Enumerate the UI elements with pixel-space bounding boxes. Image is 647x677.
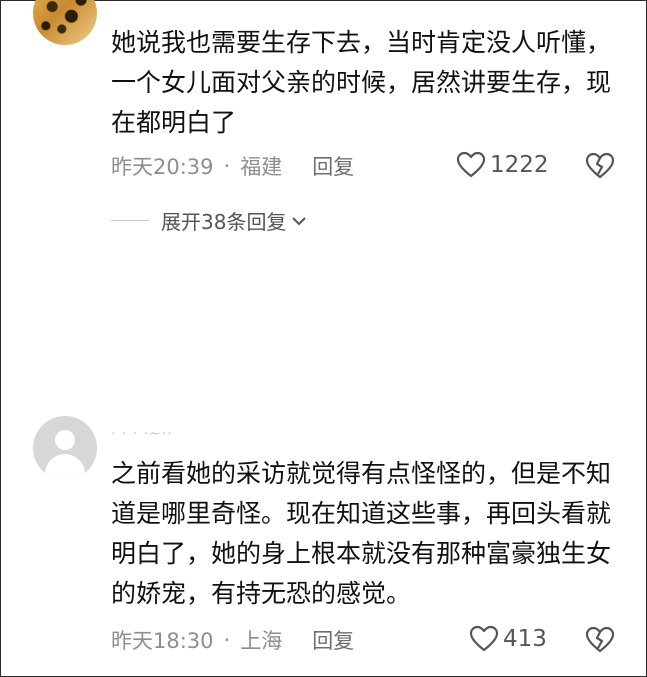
username[interactable]: · · · ·~·· bbox=[111, 426, 173, 442]
comment-text: 她说我也需要生存下去，当时肯定没人听懂，一个女儿面对父亲的时候，居然讲要生存，现… bbox=[111, 28, 612, 137]
comment-item: 她说我也需要生存下去，当时肯定没人听懂，一个女儿面对父亲的时候，居然讲要生存，现… bbox=[1, 0, 646, 251]
expand-divider bbox=[111, 220, 149, 221]
heart-outline-icon bbox=[469, 625, 499, 652]
broken-heart-icon bbox=[585, 152, 615, 179]
chevron-down-icon bbox=[292, 216, 307, 225]
expand-replies-label: 展开38条回复 bbox=[161, 210, 287, 234]
comment-time: 昨天20:39 bbox=[111, 155, 214, 179]
like-button[interactable]: 413 bbox=[469, 625, 547, 653]
reply-button[interactable]: 回复 bbox=[312, 625, 354, 655]
comment-thread: 她说我也需要生存下去，当时肯定没人听懂，一个女儿面对父亲的时候，居然讲要生存，现… bbox=[0, 0, 647, 677]
heart-outline-icon bbox=[456, 151, 486, 178]
like-count: 413 bbox=[503, 626, 547, 652]
dislike-button[interactable] bbox=[585, 626, 615, 654]
comment-location: 上海 bbox=[240, 629, 283, 653]
like-count: 1222 bbox=[490, 152, 549, 178]
reply-button[interactable]: 回复 bbox=[312, 151, 354, 181]
meta-separator: · bbox=[223, 154, 231, 178]
comment-text: 之前看她的采访就觉得有点怪怪的，但是不知道是哪里奇怪。现在知道这些事，再回头看就… bbox=[111, 459, 612, 608]
comment-item: · · · ·~·· 之前看她的采访就觉得有点怪怪的，但是不知道是哪里奇怪。现在… bbox=[1, 416, 646, 676]
avatar[interactable] bbox=[33, 416, 97, 480]
avatar-body bbox=[45, 454, 85, 480]
meta-separator: · bbox=[223, 628, 231, 652]
like-button[interactable]: 1222 bbox=[456, 151, 549, 179]
dislike-button[interactable] bbox=[585, 152, 615, 180]
expand-replies-button[interactable]: 展开38条回复 bbox=[111, 206, 308, 235]
comment-location: 福建 bbox=[240, 155, 283, 179]
broken-heart-icon bbox=[585, 626, 615, 653]
avatar-head bbox=[55, 430, 75, 450]
comment-time: 昨天18:30 bbox=[111, 629, 214, 653]
avatar[interactable] bbox=[33, 0, 97, 45]
